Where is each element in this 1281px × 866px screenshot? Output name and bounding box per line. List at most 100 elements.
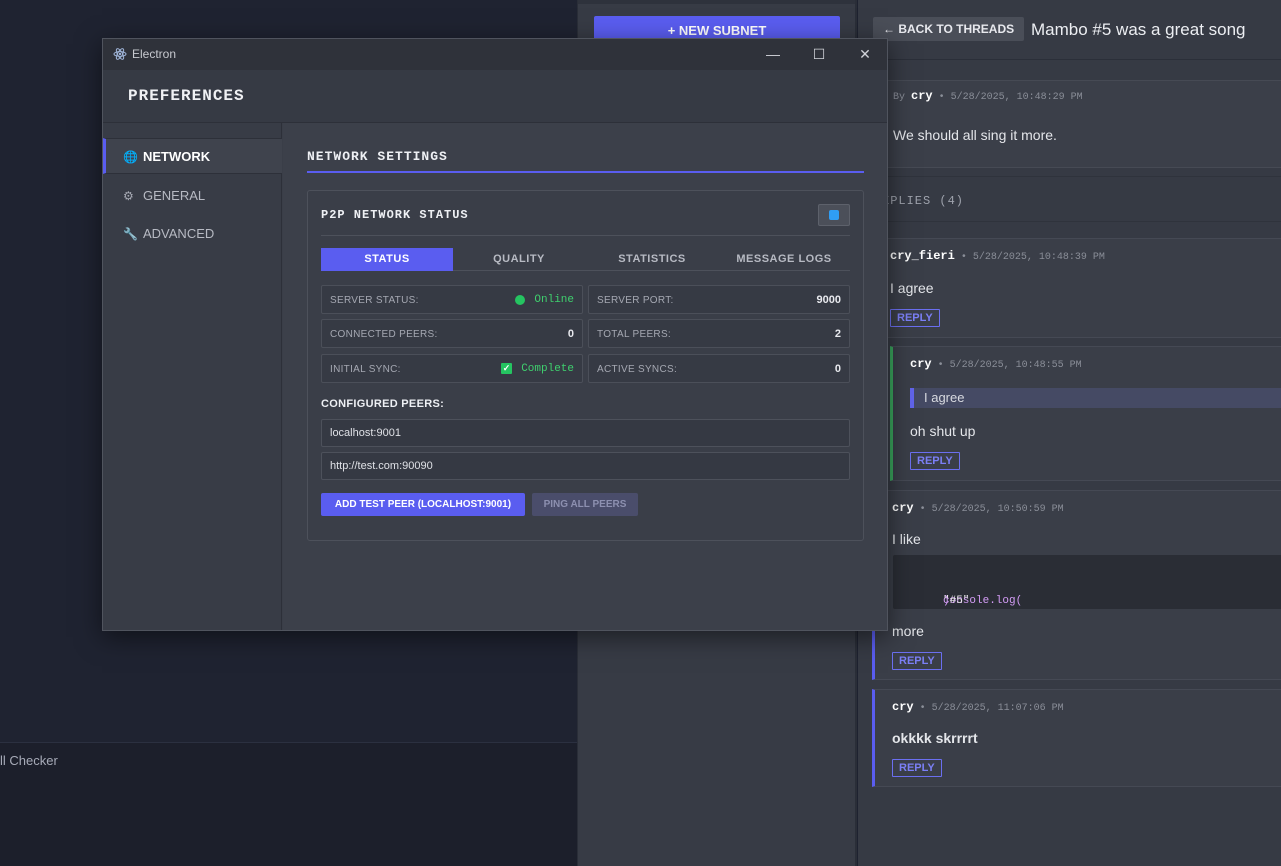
- online-dot-icon: [515, 295, 525, 305]
- stat-initial-sync: INITIAL SYNC: ✓ Complete: [321, 354, 583, 383]
- reply-timestamp: • 5/28/2025, 10:48:39 PM: [960, 252, 1105, 263]
- stat-label: SERVER PORT:: [597, 295, 674, 306]
- reply-quote: I agree: [910, 388, 1281, 408]
- peer-input[interactable]: [321, 419, 850, 447]
- reply-text: I agree: [890, 280, 934, 296]
- code-end: ): [943, 595, 950, 607]
- window-title: Electron: [132, 47, 177, 61]
- reply-button[interactable]: REPLY: [910, 452, 960, 470]
- reply-timestamp: • 5/28/2025, 10:50:59 PM: [919, 504, 1064, 515]
- stat-connected-peers: CONNECTED PEERS: 0: [321, 319, 583, 348]
- stat-server-status: SERVER STATUS: Online: [321, 285, 583, 314]
- add-test-peer-button[interactable]: ADD TEST PEER (LOCALHOST:9001): [321, 493, 525, 516]
- section-divider: [307, 171, 864, 173]
- sidebar-item-advanced[interactable]: 🔧 ADVANCED: [103, 216, 282, 252]
- reply-meta: cry • 5/28/2025, 11:07:06 PM: [892, 700, 1064, 714]
- card-title: P2P NETWORK STATUS: [321, 208, 469, 222]
- electron-logo-icon: [113, 48, 127, 60]
- reply-item: cry • 5/28/2025, 11:07:06 PM okkkk skrrr…: [872, 689, 1281, 787]
- thread-header: ← BACK TO THREADS Mambo #5 was a great s…: [858, 0, 1281, 60]
- tab-statistics[interactable]: STATISTICS: [586, 248, 718, 271]
- reply-text-continued: more: [892, 623, 924, 639]
- preferences-window: Electron — ☐ ✕ PREFERENCES 🌐 NETWORK ⚙ G…: [102, 38, 888, 631]
- sidebar-item-general[interactable]: ⚙ GENERAL: [103, 178, 282, 214]
- sidebar-item-label: GENERAL: [143, 188, 206, 203]
- thread-title: Mambo #5 was a great song: [1031, 20, 1246, 39]
- thread-view: ← BACK TO THREADS Mambo #5 was a great s…: [858, 0, 1281, 866]
- wrench-icon: 🔧: [123, 227, 138, 241]
- configured-peers-label: CONFIGURED PEERS:: [321, 398, 445, 410]
- post-timestamp: • 5/28/2025, 10:48:29 PM: [938, 92, 1083, 103]
- preferences-sidebar: 🌐 NETWORK ⚙ GENERAL 🔧 ADVANCED: [103, 123, 282, 630]
- replies-heading: EPLIES (4): [878, 176, 1281, 222]
- reply-text: okkkk skrrrrt: [892, 730, 978, 746]
- stat-label: INITIAL SYNC:: [330, 364, 401, 375]
- refresh-icon: [829, 210, 839, 220]
- post-by-label: By: [893, 92, 906, 103]
- background-bottom-panel: [0, 743, 577, 866]
- reply-meta: cry • 5/28/2025, 10:48:55 PM: [910, 357, 1082, 371]
- window-titlebar[interactable]: Electron — ☐ ✕: [103, 39, 887, 70]
- code-block: console.log("#5"): [893, 555, 1281, 609]
- reply-author[interactable]: cry: [892, 501, 914, 515]
- stat-total-peers: TOTAL PEERS: 2: [588, 319, 850, 348]
- preferences-content: NETWORK SETTINGS P2P NETWORK STATUS STAT…: [283, 123, 887, 630]
- reply-timestamp: • 5/28/2025, 10:48:55 PM: [937, 360, 1082, 371]
- stat-label: ACTIVE SYNCS:: [597, 364, 678, 375]
- tab-message-logs[interactable]: MESSAGE LOGS: [718, 248, 850, 271]
- preferences-header: PREFERENCES: [103, 70, 887, 123]
- stat-server-port: SERVER PORT: 9000: [588, 285, 850, 314]
- checkmark-icon: ✓: [501, 363, 512, 374]
- sidebar-item-label: NETWORK: [143, 149, 211, 164]
- minimize-icon[interactable]: —: [750, 39, 796, 70]
- post-body: We should all sing it more.: [893, 127, 1057, 143]
- stat-active-syncs: ACTIVE SYNCS: 0: [588, 354, 850, 383]
- globe-icon: 🌐: [123, 150, 138, 164]
- tab-status[interactable]: STATUS: [321, 248, 453, 271]
- nested-reply-item: cry • 5/28/2025, 10:48:55 PM I agree oh …: [890, 346, 1281, 481]
- section-title: NETWORK SETTINGS: [307, 149, 448, 164]
- stat-value: 9000: [816, 294, 841, 306]
- sidebar-item-network[interactable]: 🌐 NETWORK: [103, 138, 282, 174]
- stat-value: 0: [834, 363, 841, 375]
- reply-button[interactable]: REPLY: [890, 309, 940, 327]
- subnet-sidebar-topbar: [578, 0, 855, 4]
- tab-quality[interactable]: QUALITY: [453, 248, 585, 271]
- reply-author[interactable]: cry: [892, 700, 914, 714]
- stat-label: SERVER STATUS:: [330, 295, 419, 306]
- ping-all-peers-button[interactable]: PING ALL PEERS: [532, 493, 638, 516]
- network-status-card: P2P NETWORK STATUS STATUS QUALITY STATIS…: [307, 190, 864, 541]
- stat-label: CONNECTED PEERS:: [330, 329, 438, 340]
- card-divider: [321, 235, 850, 236]
- gear-icon: ⚙: [123, 189, 134, 203]
- reply-author[interactable]: cry_fieri: [890, 249, 955, 263]
- reply-button[interactable]: REPLY: [892, 652, 942, 670]
- stat-value: 2: [834, 328, 841, 340]
- stat-value: Online: [534, 294, 574, 306]
- reply-timestamp: • 5/28/2025, 11:07:06 PM: [919, 703, 1064, 714]
- background-panel-label: ll Checker: [0, 753, 58, 768]
- reply-item: cry_fieri • 5/28/2025, 10:48:39 PM I agr…: [878, 238, 1281, 338]
- reply-author[interactable]: cry: [910, 357, 932, 371]
- reply-item: cry • 5/28/2025, 10:50:59 PM I like cons…: [872, 490, 1281, 680]
- stat-value: 0: [567, 328, 574, 340]
- refresh-button[interactable]: [818, 204, 850, 226]
- reply-meta: cry • 5/28/2025, 10:50:59 PM: [892, 501, 1064, 515]
- back-to-threads-button[interactable]: ← BACK TO THREADS: [873, 17, 1025, 41]
- original-post: By cry • 5/28/2025, 10:48:29 PM We shoul…: [878, 80, 1281, 168]
- stat-label: TOTAL PEERS:: [597, 329, 671, 340]
- reply-meta: cry_fieri • 5/28/2025, 10:48:39 PM: [890, 249, 1105, 263]
- post-author[interactable]: cry: [911, 89, 933, 103]
- status-tabs: STATUS QUALITY STATISTICS MESSAGE LOGS: [321, 248, 850, 271]
- replies-count-label: EPLIES (4): [882, 194, 965, 208]
- maximize-icon[interactable]: ☐: [796, 39, 842, 70]
- peer-input[interactable]: [321, 452, 850, 480]
- reply-text: I like: [892, 531, 921, 547]
- post-meta: By cry • 5/28/2025, 10:48:29 PM: [893, 89, 1083, 103]
- sidebar-item-label: ADVANCED: [143, 226, 215, 241]
- reply-button[interactable]: REPLY: [892, 759, 942, 777]
- page-title: PREFERENCES: [128, 87, 245, 105]
- stat-value: Complete: [521, 363, 574, 375]
- reply-text: oh shut up: [910, 423, 976, 439]
- close-icon[interactable]: ✕: [842, 39, 887, 70]
